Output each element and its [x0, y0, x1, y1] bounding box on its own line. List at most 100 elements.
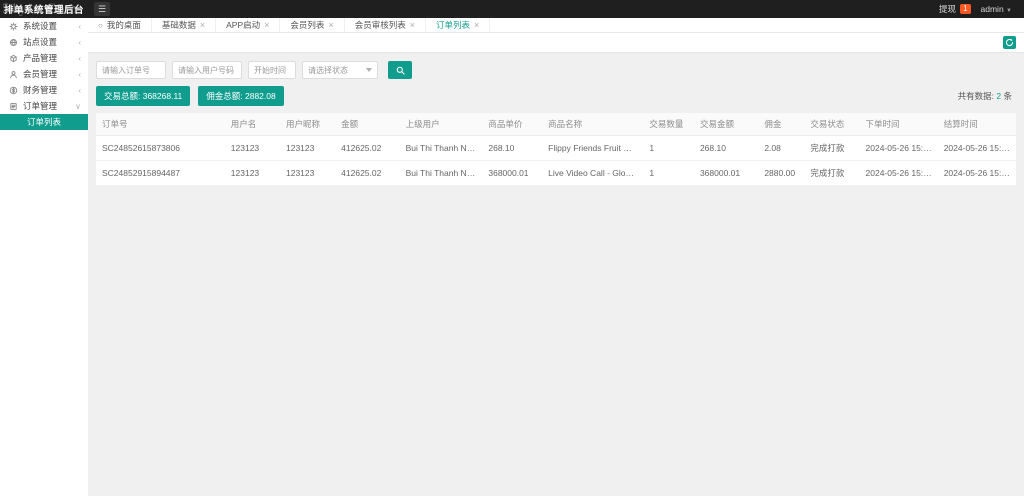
chevron-left-icon: ‹: [78, 53, 81, 63]
cell-trade-status: 完成打款: [804, 135, 860, 161]
tab-member-list[interactable]: 会员列表 ×: [280, 18, 345, 32]
close-icon[interactable]: ×: [328, 20, 333, 30]
search-icon: [396, 66, 405, 75]
close-icon[interactable]: ×: [474, 20, 479, 30]
refresh-button[interactable]: [1003, 36, 1016, 49]
col-trade-amount: 交易金额: [693, 113, 759, 136]
main-area: ○ 我的桌面 基础数据 × APP启动 × 会员列表 × 会员审核列表 × 订单…: [88, 18, 1024, 496]
chevron-left-icon: ‹: [78, 85, 81, 95]
withdraw-label: 提现: [939, 4, 957, 14]
cell-username: 123123: [224, 135, 280, 161]
sidebar-item-order-list-active[interactable]: 订单列表: [0, 114, 88, 130]
col-trade-qty: 交易数量: [643, 113, 694, 136]
chevron-left-icon: ‹: [78, 21, 81, 31]
cell-nickname: 123123: [279, 160, 336, 186]
cell-unit-price: 268.10: [482, 135, 543, 161]
tab-basic-data[interactable]: 基础数据 ×: [152, 18, 217, 32]
tab-label: APP启动: [226, 20, 261, 30]
cell-unit-price: 368000.01: [482, 160, 543, 186]
cell-commission: 2880.00: [758, 160, 805, 186]
sidebar-item-member-management[interactable]: 会员管理 ‹: [0, 66, 88, 82]
sidebar-item-label: 财务管理: [23, 85, 58, 95]
sidebar-item-label: 站点设置: [23, 37, 58, 47]
sidebar: 系统设置 ‹ 站点设置 ‹ 产品管理 ‹ 会员管理 ‹ 财务管理 ‹ 订单管理 …: [0, 18, 88, 496]
chevron-down-icon: ▼: [1006, 8, 1012, 14]
chevron-down-icon: ∨: [75, 101, 81, 111]
close-icon[interactable]: ×: [200, 20, 205, 30]
start-time-input[interactable]: [248, 61, 296, 79]
cell-trade-amount: 368000.01: [693, 160, 759, 186]
close-icon[interactable]: ×: [264, 20, 269, 30]
tab-label: 会员列表: [290, 20, 325, 30]
box-icon: [10, 54, 17, 62]
close-icon[interactable]: ×: [410, 20, 415, 30]
sidebar-item-site-settings[interactable]: 站点设置 ‹: [0, 34, 88, 50]
dollar-icon: [9, 86, 18, 94]
sidebar-item-label: 会员管理: [23, 69, 58, 79]
user-number-input[interactable]: [172, 61, 242, 79]
chevron-down-icon: [366, 68, 372, 72]
col-trade-status: 交易状态: [804, 113, 860, 136]
record-count: 共有数据: 2 条: [957, 91, 1012, 101]
tab-order-list[interactable]: 订单列表 ×: [426, 18, 491, 32]
chevron-left-icon: ‹: [78, 37, 81, 47]
cell-settle-time: 2024-05-26 15:08:35: [937, 160, 1016, 186]
cell-order-no: SC24852915894487: [96, 160, 225, 186]
menu-toggle-icon[interactable]: ☰: [94, 2, 110, 16]
col-settle-time: 结算时间: [937, 113, 1016, 136]
chevron-left-icon: ‹: [78, 69, 81, 79]
sidebar-item-label: 订单管理: [23, 101, 58, 111]
sidebar-item-label: 系统设置: [23, 21, 58, 31]
cell-amount: 412625.02: [335, 135, 400, 161]
cell-settle-time: 2024-05-26 15:07:19: [937, 135, 1016, 161]
tab-member-audit-list[interactable]: 会员审核列表 ×: [345, 18, 426, 32]
cell-trade-status: 完成打款: [804, 160, 860, 186]
order-number-input[interactable]: [96, 61, 166, 79]
cell-order-time: 2024-05-26 15:08:04: [859, 160, 938, 186]
user-icon: [10, 70, 17, 78]
cell-product-name: Flippy Friends Fruit Crush AP: [542, 135, 644, 161]
col-upline-user: 上级用户: [399, 113, 483, 136]
withdraw-count-badge: 1: [960, 4, 971, 14]
tab-label: 我的桌面: [106, 20, 141, 30]
orders-table: 订单号 用户名 用户昵称 金额 上级用户 商品单价 商品名称 交易数量 交易金额…: [96, 113, 1016, 186]
cell-nickname: 123123: [279, 135, 336, 161]
cell-username: 123123: [224, 160, 280, 186]
tab-my-desktop[interactable]: ○ 我的桌面: [88, 18, 152, 32]
table-row: SC24852615873806 123123 123123 412625.02…: [96, 135, 1016, 161]
username: admin: [980, 4, 1004, 14]
sidebar-item-system-settings[interactable]: 系统设置 ‹: [0, 18, 88, 34]
tab-label: 订单列表: [435, 20, 470, 30]
tab-bar: ○ 我的桌面 基础数据 × APP启动 × 会员列表 × 会员审核列表 × 订单…: [88, 18, 1024, 33]
desktop-icon: ○: [98, 20, 103, 30]
table-header-row: 订单号 用户名 用户昵称 金额 上级用户 商品单价 商品名称 交易数量 交易金额…: [96, 113, 1016, 136]
cell-trade-qty: 1: [643, 160, 694, 186]
user-menu[interactable]: admin ▼: [981, 4, 1012, 14]
col-username: 用户名: [224, 113, 280, 136]
tab-label: 基础数据: [161, 20, 196, 30]
sidebar-item-finance-management[interactable]: 财务管理 ‹: [0, 82, 88, 98]
cell-trade-qty: 1: [643, 135, 694, 161]
tab-app-launch[interactable]: APP启动 ×: [216, 18, 281, 32]
status-select[interactable]: 请选择状态: [302, 61, 378, 79]
col-unit-price: 商品单价: [482, 113, 543, 136]
table-row: SC24852915894487 123123 123123 412625.02…: [96, 160, 1016, 186]
globe-icon: [9, 38, 18, 46]
tab-label: 会员审核列表: [354, 20, 406, 30]
col-order-time: 下单时间: [859, 113, 938, 136]
cell-product-name: Live Video Call - Global Call: [542, 160, 644, 186]
search-button[interactable]: [388, 61, 412, 79]
withdraw-button[interactable]: 提现 1: [939, 3, 971, 15]
cell-amount: 412625.02: [335, 160, 400, 186]
cell-upline-user: Bui Thi Thanh Nhan: [399, 135, 483, 161]
order-list-panel: 请选择状态 交易总额: 368268.11 佣金总额: 2882.08 共有数据…: [88, 53, 1024, 194]
cell-trade-amount: 268.10: [693, 135, 759, 161]
top-header: 排单系统管理后台 ☰ 提现 1 admin ▼: [0, 0, 1024, 18]
cell-order-time: 2024-05-26 15:07:12: [859, 135, 938, 161]
clipboard-icon: [10, 102, 17, 110]
refresh-icon: [1005, 38, 1014, 47]
sidebar-item-product-management[interactable]: 产品管理 ‹: [0, 50, 88, 66]
sidebar-item-order-management[interactable]: 订单管理 ∨: [0, 98, 88, 114]
content-toolbar: [88, 33, 1024, 53]
filter-row: 请选择状态: [96, 61, 1016, 79]
